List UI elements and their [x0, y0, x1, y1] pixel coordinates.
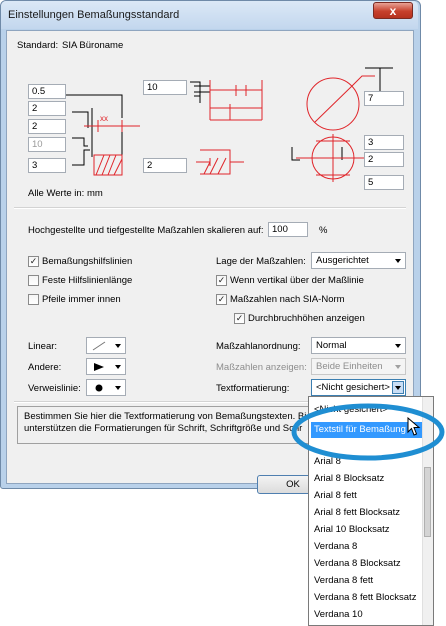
list-item[interactable]: Arial 8 fett Blocksatz	[311, 505, 424, 521]
linear-label: Linear:	[28, 341, 58, 352]
verweis-dropdown[interactable]	[86, 379, 126, 396]
list-item[interactable]: Arial 10 Blocksatz	[311, 522, 424, 538]
scale-label: Hochgestellte und tiefgestellte Maßzahle…	[28, 225, 264, 236]
andere-dropdown[interactable]	[86, 358, 126, 375]
verweis-label: Verweislinie:	[28, 383, 81, 394]
anordnung-dropdown[interactable]: Normal	[311, 337, 406, 354]
diagram-field-9[interactable]: 3	[364, 135, 404, 150]
checkbox-feste-label: Feste Hilfslinienlänge	[42, 275, 133, 286]
chevron-down-icon	[395, 365, 401, 369]
checkbox-pfeile-label: Pfeile immer innen	[42, 294, 121, 305]
list-item[interactable]: Verdana 8 fett Blocksatz	[311, 590, 424, 606]
checkbox-pfeile[interactable]	[28, 294, 39, 305]
dot-icon	[95, 384, 103, 392]
anzeigen-dropdown: Beide Einheiten	[311, 358, 406, 375]
scale-input[interactable]: 100	[268, 222, 308, 237]
diagram-field-1[interactable]: 0.5	[28, 84, 66, 99]
arrowhead-icon	[94, 363, 104, 371]
textformat-dropdown[interactable]: <Nicht gesichert>	[311, 379, 406, 396]
list-item[interactable]: Arial 8 fett	[311, 488, 424, 504]
diagram-center-red	[196, 80, 263, 175]
checkbox-hilfslinien[interactable]: ✓	[28, 256, 39, 267]
separator-1	[14, 207, 406, 209]
diagram-field-4[interactable]: 10	[28, 137, 66, 152]
tick-mark-icon	[92, 341, 106, 351]
scrollbar-thumb[interactable]	[424, 467, 431, 537]
anzeigen-value: Beide Einheiten	[316, 361, 383, 372]
textformat-label: Textformatierung:	[216, 383, 290, 394]
chevron-down-icon	[115, 365, 121, 369]
chevron-down-icon	[395, 386, 401, 390]
lage-label: Lage der Maßzahlen:	[216, 256, 306, 267]
lage-dropdown[interactable]: Ausgerichtet	[311, 252, 406, 269]
xx-label: xx	[100, 114, 108, 123]
anzeigen-label: Maßzahlen anzeigen:	[216, 362, 307, 373]
diagram-field-5[interactable]: 3	[28, 158, 66, 173]
checkbox-hilfslinien-label: Bemaßungshilfslinien	[42, 256, 133, 267]
mouse-cursor-icon	[407, 417, 421, 436]
checkbox-durchbruch-label: Durchbruchhöhen anzeigen	[248, 313, 365, 324]
scale-unit: %	[319, 225, 328, 236]
diagram-field-3[interactable]: 2	[28, 119, 66, 134]
units-note: Alle Werte in: mm	[28, 188, 103, 199]
list-item[interactable]: Verdana 10	[311, 607, 424, 623]
chevron-down-icon	[115, 386, 121, 390]
anordnung-value: Normal	[316, 340, 347, 351]
list-item[interactable]: Verdana 8 fett	[311, 573, 424, 589]
diagram-field-7[interactable]: 2	[143, 158, 187, 173]
highlight-ring	[291, 403, 445, 461]
textformat-value: <Nicht gesichert>	[316, 382, 390, 393]
diagram-field-10[interactable]: 2	[364, 152, 404, 167]
list-item[interactable]: Verdana 8	[311, 539, 424, 555]
checkbox-sia-label: Maßzahlen nach SIA-Norm	[230, 294, 345, 305]
andere-label: Andere:	[28, 362, 62, 373]
diagram-field-8[interactable]: 7	[364, 91, 404, 106]
chevron-down-icon	[395, 344, 401, 348]
lage-value: Ausgerichtet	[316, 255, 369, 266]
checkbox-vertikal-label: Wenn vertikal über der Maßlinie	[230, 275, 364, 286]
checkbox-sia[interactable]: ✓	[216, 294, 227, 305]
diagram-field-6[interactable]: 10	[143, 80, 187, 95]
checkbox-vertikal[interactable]: ✓	[216, 275, 227, 286]
list-item[interactable]: Arial 8 Blocksatz	[311, 471, 424, 487]
chevron-down-icon	[395, 259, 401, 263]
linear-dropdown[interactable]	[86, 337, 126, 354]
diagram-field-11[interactable]: 5	[364, 175, 404, 190]
checkbox-feste[interactable]	[28, 275, 39, 286]
anordnung-label: Maßzahlanordnung:	[216, 341, 301, 352]
diagram-field-2[interactable]: 2	[28, 101, 66, 116]
diagram-center	[190, 81, 210, 103]
chevron-down-icon	[115, 344, 121, 348]
list-item[interactable]: Verdana 8 Blocksatz	[311, 556, 424, 572]
checkbox-durchbruch[interactable]: ✓	[234, 313, 245, 324]
